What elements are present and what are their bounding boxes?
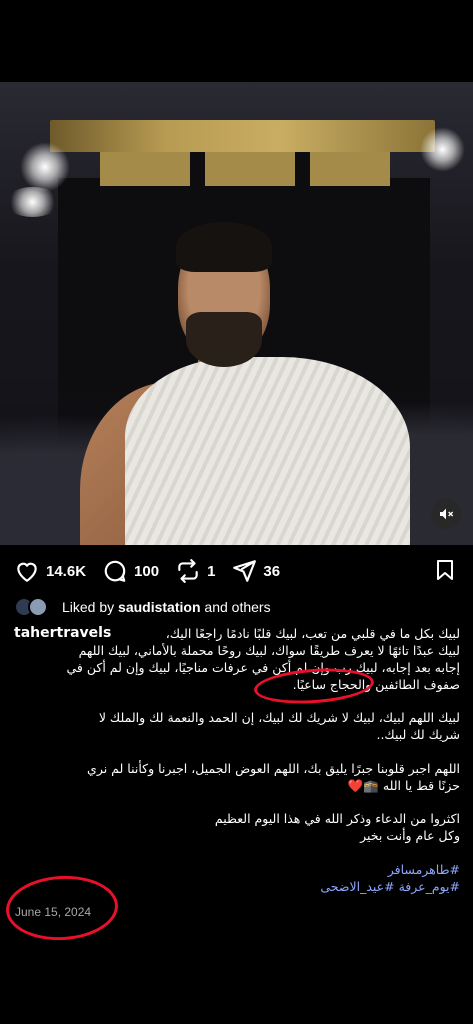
caption-line: لبيك بكل ما في قلبي من تعب، لبيك قلبًا ن… (165, 626, 460, 641)
repost-icon (178, 559, 198, 583)
bookmark-button[interactable] (433, 558, 457, 587)
light-glow (20, 142, 70, 192)
share-button[interactable]: 36 (231, 558, 280, 584)
caption-line: وكل عام وأنت بخير (360, 828, 460, 843)
caption-line: صفوف الطائفين والحجاج ساعيًا. (292, 677, 460, 692)
comment-button[interactable]: 100 (102, 558, 159, 584)
send-icon (233, 560, 257, 582)
kiswa-calligraphy-band (100, 152, 390, 186)
like-count: 14.6K (46, 562, 87, 580)
caption-line: شريك لك لبيك.. (376, 727, 460, 742)
caption-line: لبيك عبدًا تائهًا لا يعرف طريقًا سواك، ل… (78, 643, 460, 658)
caption-line: حزنًا قط يا الله (382, 778, 460, 793)
speaker-off-icon[interactable] (431, 499, 461, 529)
caption-line: اللهم اجبر قلوبنا جبرًا يليق بك، اللهم ا… (87, 761, 460, 776)
post-photo[interactable] (0, 82, 473, 545)
liked-by-row[interactable]: Liked by saudistation and others (14, 597, 271, 617)
repost-count: 1 (207, 562, 216, 580)
liked-by-prefix: Liked by (62, 599, 115, 615)
caption-line: لبيك اللهم لبيك، لبيك لا شريك لك لبيك، إ… (98, 710, 460, 725)
caption-paragraph-4: اكثروا من الدعاء وذكر الله في هذا اليوم … (14, 810, 460, 844)
liked-by-suffix: and others (204, 599, 271, 615)
repost-button[interactable]: 1 (175, 558, 215, 584)
comment-icon (104, 560, 126, 582)
person-beard (186, 312, 262, 367)
share-count: 36 (263, 562, 281, 580)
action-bar: 14.6K 100 1 36 (14, 556, 459, 586)
light-glow (420, 127, 465, 172)
heart-icon (17, 562, 37, 583)
liked-by-user[interactable]: saudistation (118, 599, 200, 615)
kaaba-heart-emoji: 🕋❤️ (347, 778, 379, 793)
light-glow (5, 187, 60, 217)
comment-count: 100 (134, 562, 160, 580)
bookmark-icon (437, 560, 453, 580)
avatar (28, 597, 48, 617)
hashtag-link[interactable]: #طاهرمسافر (14, 861, 460, 878)
like-button[interactable]: 14.6K (14, 558, 86, 584)
liker-avatars (14, 597, 54, 617)
caption-username[interactable]: tahertravels (14, 625, 111, 642)
caption-paragraph-3: اللهم اجبر قلوبنا جبرًا يليق بك، اللهم ا… (14, 760, 460, 794)
caption-line: إجابه بعد إجابه، لبيك رب وإن لم أكن في ع… (66, 660, 461, 675)
caption-paragraph-2: لبيك اللهم لبيك، لبيك لا شريك لك لبيك، إ… (14, 709, 460, 743)
ihram-garment (125, 357, 410, 545)
person-hair (176, 222, 272, 272)
kiswa-gold-band (50, 120, 435, 152)
caption-line: اكثروا من الدعاء وذكر الله في هذا اليوم … (214, 811, 460, 826)
caption-paragraph-1: tahertravels لبيك بكل ما في قلبي من تعب،… (14, 625, 460, 693)
